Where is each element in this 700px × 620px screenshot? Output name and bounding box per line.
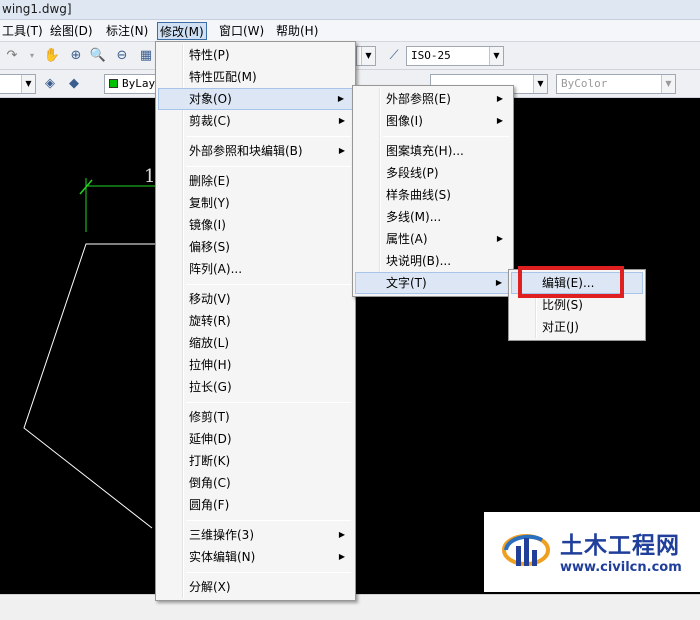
submenu-arrow-icon: ▶ xyxy=(338,552,345,561)
menu-item-polyline[interactable]: 多段线(P) xyxy=(355,162,511,184)
menu-item-copy[interactable]: 复制(Y) xyxy=(158,192,353,214)
menu-item-object[interactable]: 对象(O) ▶ xyxy=(158,88,353,110)
watermark-url: www.civilcn.com xyxy=(560,560,682,575)
menu-separator xyxy=(186,572,351,573)
menu-separator xyxy=(186,284,351,285)
menu-item-multiline[interactable]: 多线(M)... xyxy=(355,206,511,228)
submenu-arrow-icon: ▶ xyxy=(338,146,345,155)
menu-dimension[interactable]: 标注(N) xyxy=(104,22,150,40)
menu-item-xref-block-edit-label: 外部参照和块编辑(B) xyxy=(189,144,303,158)
menu-item-chamfer[interactable]: 倒角(C) xyxy=(158,472,353,494)
menu-item-block-description[interactable]: 块说明(B)... xyxy=(355,250,511,272)
menu-item-move[interactable]: 移动(V) xyxy=(158,288,353,310)
menu-separator xyxy=(383,136,509,137)
menu-item-rotate[interactable]: 旋转(R) xyxy=(158,310,353,332)
dimension-style-value: ISO-25 xyxy=(411,49,451,62)
menu-item-solid-editing-label: 实体编辑(N) xyxy=(189,550,256,564)
menu-item-fillet[interactable]: 圆角(F) xyxy=(158,494,353,516)
menu-item-break[interactable]: 打断(K) xyxy=(158,450,353,472)
menu-item-erase[interactable]: 删除(E) xyxy=(158,170,353,192)
menu-item-image[interactable]: 图像(I) ▶ xyxy=(355,110,511,132)
menu-separator xyxy=(186,402,351,403)
pan-icon[interactable]: ✋ xyxy=(42,46,62,66)
menu-item-properties[interactable]: 特性(P) xyxy=(158,44,353,66)
drawn-polyline xyxy=(23,243,155,529)
menu-item-solid-editing[interactable]: 实体编辑(N) ▶ xyxy=(158,546,353,568)
menu-item-hatch[interactable]: 图案填充(H)... xyxy=(355,140,511,162)
menu-item-trim[interactable]: 修剪(T) xyxy=(158,406,353,428)
watermark-title: 土木工程网 xyxy=(560,533,680,559)
menu-item-text[interactable]: 文字(T) ▶ xyxy=(355,272,511,294)
menu-help[interactable]: 帮助(H) xyxy=(274,22,320,40)
submenu-arrow-icon: ▶ xyxy=(338,530,345,539)
submenu-arrow-icon: ▶ xyxy=(337,94,344,103)
submenu-arrow-icon: ▶ xyxy=(496,116,503,125)
menu-item-xref-label: 外部参照(E) xyxy=(386,92,451,106)
menu-item-lengthen[interactable]: 拉长(G) xyxy=(158,376,353,398)
window-title: wing1.dwg] xyxy=(2,2,72,16)
properties-icon[interactable]: ▦ xyxy=(136,46,156,66)
menu-item-clip-label: 剪裁(C) xyxy=(189,114,231,128)
chevron-down-icon: ▼ xyxy=(21,75,35,93)
dimension-style-dropdown[interactable]: ISO-25 ▼ xyxy=(406,46,504,66)
menu-item-image-label: 图像(I) xyxy=(386,114,423,128)
menu-item-mirror[interactable]: 镜像(I) xyxy=(158,214,353,236)
dimension-text: 1 xyxy=(144,166,155,187)
menu-separator xyxy=(186,520,351,521)
chevron-down-icon: ▼ xyxy=(533,75,547,93)
menu-item-text-justify[interactable]: 对正(J) xyxy=(511,316,643,338)
color-swatch xyxy=(109,79,118,88)
menu-item-attribute-label: 属性(A) xyxy=(386,232,428,246)
menu-item-3d-operations-label: 三维操作(3) xyxy=(189,528,254,542)
menu-separator xyxy=(186,136,351,137)
zoom-window-icon[interactable]: 🔍 xyxy=(88,46,108,66)
dimension-style-icon[interactable]: ⟋ xyxy=(384,46,404,66)
title-bar: wing1.dwg] xyxy=(0,0,700,20)
menu-separator xyxy=(186,166,351,167)
menu-window[interactable]: 窗口(W) xyxy=(217,22,266,40)
redo-dropdown-icon[interactable]: ▾ xyxy=(22,46,42,66)
civilcn-logo-icon xyxy=(502,534,550,566)
menu-item-3d-operations[interactable]: 三维操作(3) ▶ xyxy=(158,524,353,546)
menu-item-attribute[interactable]: 属性(A) ▶ xyxy=(355,228,511,250)
color-control-dropdown[interactable]: ByLayer xyxy=(104,74,160,94)
menu-item-xref-block-edit[interactable]: 外部参照和块编辑(B) ▶ xyxy=(158,140,353,162)
plot-style-value: ByColor xyxy=(561,77,608,90)
submenu-arrow-icon: ▶ xyxy=(495,278,502,287)
menu-modify[interactable]: 修改(M) xyxy=(157,22,207,40)
menu-item-explode[interactable]: 分解(X) xyxy=(158,576,353,598)
watermark: 土木工程网 www.civilcn.com xyxy=(484,512,700,592)
chevron-down-icon: ▼ xyxy=(361,47,375,65)
zoom-previous-icon[interactable]: ⊖ xyxy=(112,46,132,66)
menu-item-spline[interactable]: 样条曲线(S) xyxy=(355,184,511,206)
object-submenu: 外部参照(E) ▶ 图像(I) ▶ 图案填充(H)... 多段线(P) 样条曲线… xyxy=(352,85,514,297)
text-style-dropdown[interactable]: ▼ xyxy=(356,46,376,66)
chevron-down-icon: ▼ xyxy=(489,47,503,65)
submenu-arrow-icon: ▶ xyxy=(338,116,345,125)
menu-item-object-label: 对象(O) xyxy=(189,92,232,106)
redo-icon[interactable]: ↷ xyxy=(2,46,22,66)
menu-draw[interactable]: 绘图(D) xyxy=(48,22,95,40)
menu-item-stretch[interactable]: 拉伸(H) xyxy=(158,354,353,376)
modify-menu: 特性(P) 特性匹配(M) 对象(O) ▶ 剪裁(C) ▶ 外部参照和块编辑(B… xyxy=(155,41,356,601)
submenu-arrow-icon: ▶ xyxy=(496,94,503,103)
menu-item-scale[interactable]: 缩放(L) xyxy=(158,332,353,354)
menu-item-clip[interactable]: 剪裁(C) ▶ xyxy=(158,110,353,132)
highlight-annotation-box xyxy=(518,266,624,298)
menu-item-xref[interactable]: 外部参照(E) ▶ xyxy=(355,88,511,110)
layer-state-icon[interactable]: ◈ xyxy=(40,74,60,94)
layer-previous-icon[interactable]: ◆ xyxy=(64,74,84,94)
menu-item-array[interactable]: 阵列(A)... xyxy=(158,258,353,280)
menu-item-offset[interactable]: 偏移(S) xyxy=(158,236,353,258)
menu-tools[interactable]: 工具(T) xyxy=(0,22,45,40)
menu-item-text-label: 文字(T) xyxy=(386,276,427,290)
layer-dropdown[interactable]: ▼ xyxy=(0,74,36,94)
submenu-arrow-icon: ▶ xyxy=(496,234,503,243)
menu-bar: 工具(T) 绘图(D) 标注(N) 修改(M) 窗口(W) 帮助(H) xyxy=(0,20,700,42)
plot-style-dropdown[interactable]: ByColor ▼ xyxy=(556,74,676,94)
menu-item-extend[interactable]: 延伸(D) xyxy=(158,428,353,450)
zoom-realtime-icon[interactable]: ⊕ xyxy=(66,46,86,66)
chevron-down-icon: ▼ xyxy=(661,75,675,93)
menu-item-match-properties[interactable]: 特性匹配(M) xyxy=(158,66,353,88)
